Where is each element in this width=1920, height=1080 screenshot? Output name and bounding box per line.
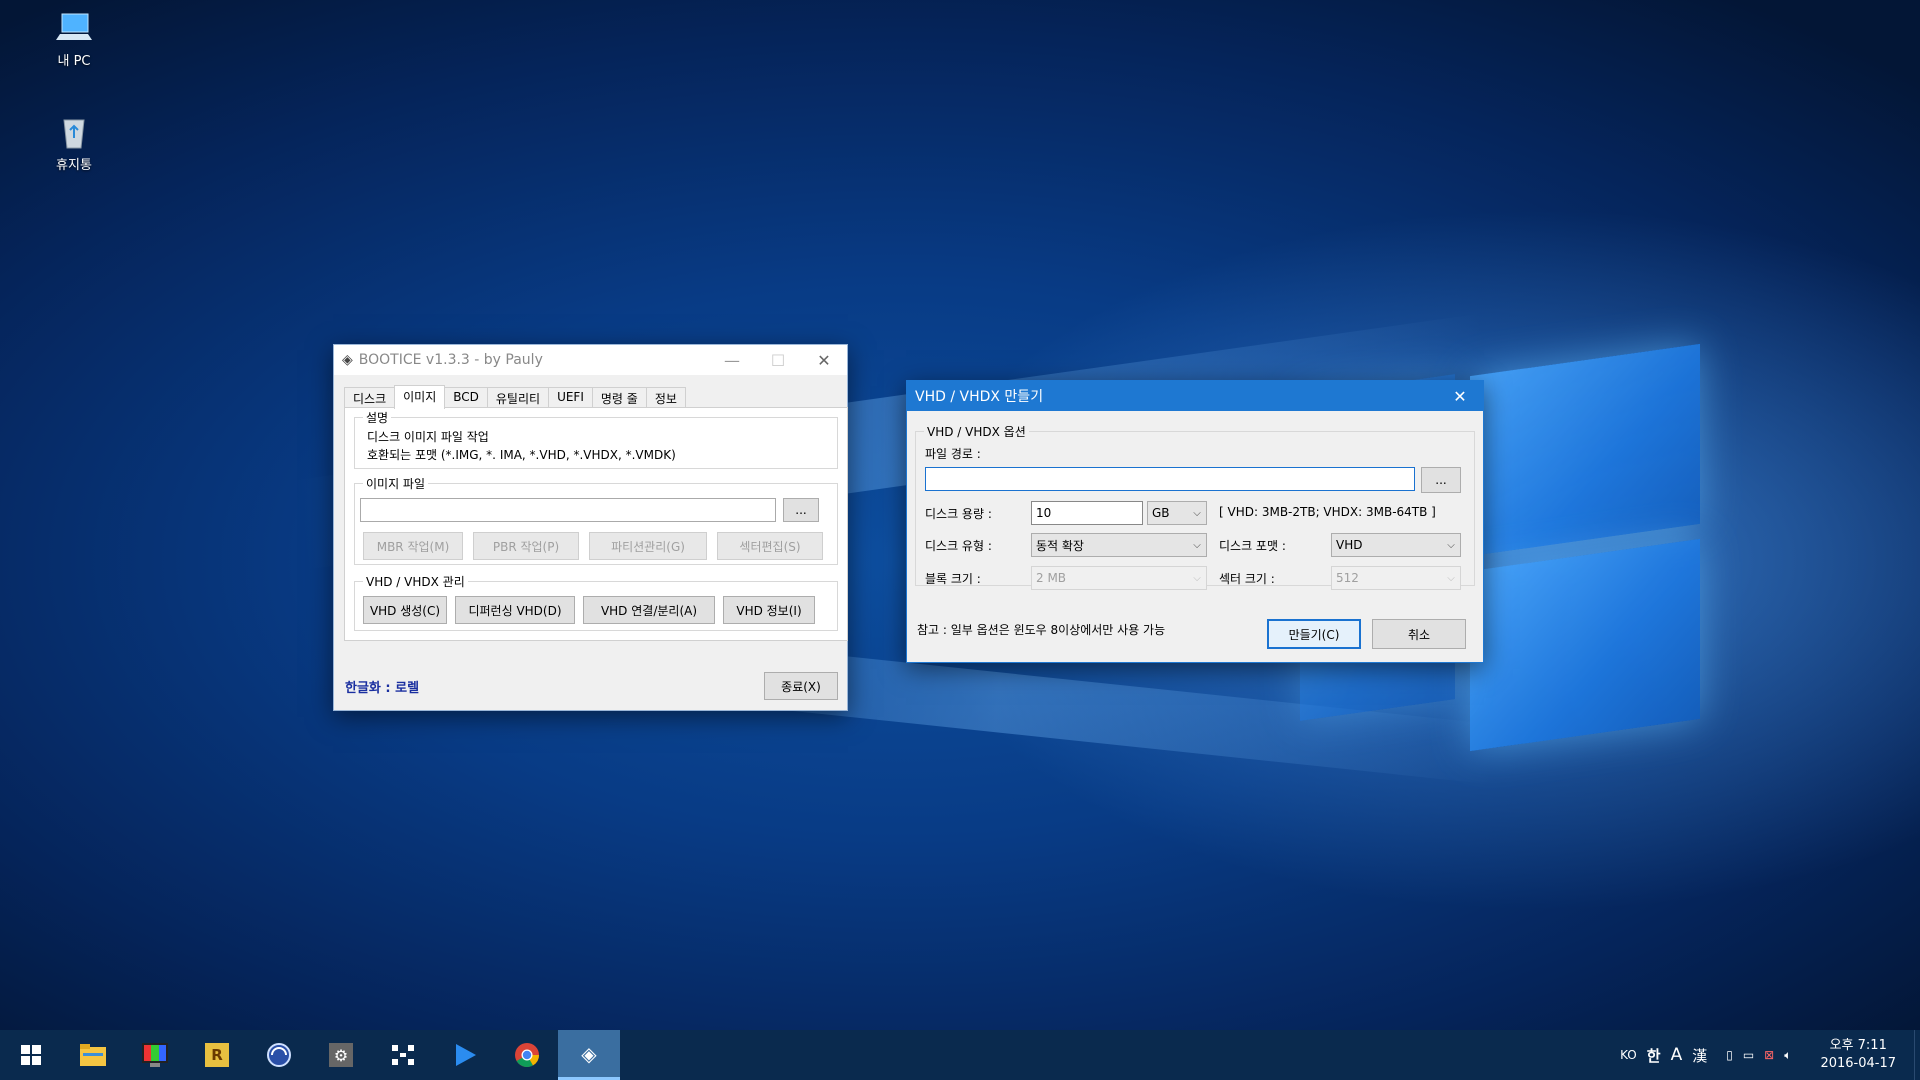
network-disconnected-icon[interactable]: ⊠ <box>1764 1048 1774 1062</box>
file-path-label: 파일 경로 : <box>925 447 981 461</box>
disk-size-label: 디스크 용량 : <box>925 507 992 521</box>
computer-icon <box>56 10 92 46</box>
bootice-titlebar[interactable]: ◈ BOOTICE v1.3.3 - by Pauly — ☐ ✕ <box>334 345 847 375</box>
taskbar-r-app[interactable]: R <box>186 1030 248 1080</box>
color-app-icon <box>142 1043 168 1067</box>
desktop-icon-my-pc[interactable]: 내 PC <box>34 10 114 69</box>
chevron-down-icon: ⌵ <box>1193 507 1201 519</box>
dialog-titlebar[interactable]: VHD / VHDX 만들기 ✕ <box>907 381 1483 411</box>
taskbar-file-explorer[interactable] <box>62 1030 124 1080</box>
file-path-input[interactable] <box>925 467 1415 491</box>
clock-time: 오후 7:11 <box>1829 1038 1887 1053</box>
minimize-button[interactable]: — <box>709 345 755 375</box>
block-size-label: 블록 크기 : <box>925 572 981 586</box>
ime-alpha-indicator[interactable]: A <box>1671 1045 1683 1065</box>
tab-command-line[interactable]: 명령 줄 <box>591 387 647 407</box>
taskbar-play-live[interactable] <box>434 1030 496 1080</box>
clock-date: 2016-04-17 <box>1820 1056 1896 1071</box>
image-tab-panel: 설명 디스크 이미지 파일 작업 호환되는 포맷 (*.IMG, *. IMA,… <box>344 407 848 641</box>
bootice-app-icon: ◈ <box>342 352 353 368</box>
file-explorer-icon <box>80 1044 106 1066</box>
taskbar-settings-app[interactable]: ⚙ <box>310 1030 372 1080</box>
exit-button[interactable]: 종료(X) <box>764 672 838 700</box>
system-tray: KO 한 A 漢 ▯ ▭ ⊠ 🔈︎ 오후 7:11 2016-04-17 <box>1615 1030 1920 1080</box>
disk-type-label: 디스크 유형 : <box>925 539 992 553</box>
vhd-create-dialog: VHD / VHDX 만들기 ✕ VHD / VHDX 옵션 파일 경로 : .… <box>906 380 1484 663</box>
ime-hanja-indicator[interactable]: 漢 <box>1692 1045 1707 1066</box>
file-path-browse-button[interactable]: ... <box>1421 467 1461 493</box>
vhd-create-button[interactable]: VHD 생성(C) <box>363 596 447 624</box>
play-live-icon <box>456 1044 476 1066</box>
vhd-manage-group: VHD / VHDX 관리 VHD 생성(C) 디퍼런싱 VHD(D) VHD … <box>354 573 838 631</box>
chrome-icon <box>515 1043 539 1068</box>
show-desktop-button[interactable] <box>1914 1030 1920 1080</box>
taskbar-color-app[interactable] <box>124 1030 186 1080</box>
globe-app-icon <box>267 1043 291 1067</box>
grid-app-icon <box>392 1045 414 1065</box>
dialog-close-button[interactable]: ✕ <box>1437 381 1483 411</box>
start-button[interactable] <box>0 1030 62 1080</box>
cancel-button[interactable]: 취소 <box>1372 619 1466 649</box>
chevron-down-icon: ⌵ <box>1447 572 1455 584</box>
description-line-1: 디스크 이미지 파일 작업 <box>367 430 489 444</box>
vhd-attach-detach-button[interactable]: VHD 연결/분리(A) <box>583 596 715 624</box>
usb-device-icon[interactable]: ▯ <box>1726 1048 1733 1062</box>
sector-size-label: 섹터 크기 : <box>1219 572 1275 586</box>
tab-image[interactable]: 이미지 <box>394 385 446 409</box>
disk-type-select[interactable]: 동적 확장 ⌵ <box>1031 533 1207 557</box>
vhd-info-button[interactable]: VHD 정보(I) <box>723 596 815 624</box>
close-button[interactable]: ✕ <box>801 345 847 375</box>
dialog-title: VHD / VHDX 만들기 <box>915 389 1044 405</box>
recycle-bin-icon <box>56 114 92 150</box>
sector-size-select[interactable]: 512 ⌵ <box>1331 566 1461 590</box>
volume-icon[interactable]: 🔈︎ <box>1784 1048 1791 1063</box>
image-browse-button[interactable]: ... <box>783 498 819 522</box>
chevron-down-icon: ⌵ <box>1193 539 1201 551</box>
window-title: BOOTICE v1.3.3 - by Pauly <box>358 352 543 368</box>
desktop-icon-recycle-bin[interactable]: 휴지통 <box>34 114 114 173</box>
maximize-button[interactable]: ☐ <box>755 345 801 375</box>
tab-disk[interactable]: 디스크 <box>344 387 396 407</box>
clock[interactable]: 오후 7:11 2016-04-17 <box>1820 1037 1896 1073</box>
create-button[interactable]: 만들기(C) <box>1267 619 1361 649</box>
bootice-window: ◈ BOOTICE v1.3.3 - by Pauly — ☐ ✕ 디스크 이미… <box>333 344 848 711</box>
note-text: 참고 : 일부 옵션은 윈도우 8이상에서만 사용 가능 <box>917 623 1166 637</box>
block-size-select[interactable]: 2 MB ⌵ <box>1031 566 1207 590</box>
partition-manage-button[interactable]: 파티션관리(G) <box>589 532 707 560</box>
battery-icon[interactable]: ▭ <box>1743 1048 1754 1062</box>
windows-start-icon <box>21 1045 41 1065</box>
taskbar-bootice[interactable]: ◈ <box>558 1030 620 1080</box>
disk-size-hint: [ VHD: 3MB-2TB; VHDX: 3MB-64TB ] <box>1219 505 1436 519</box>
description-group: 설명 디스크 이미지 파일 작업 호환되는 포맷 (*.IMG, *. IMA,… <box>354 409 838 469</box>
disk-format-label: 디스크 포맷 : <box>1219 539 1286 553</box>
input-language[interactable]: KO <box>1620 1048 1637 1062</box>
settings-app-icon: ⚙ <box>329 1043 353 1067</box>
description-line-2: 호환되는 포맷 (*.IMG, *. IMA, *.VHD, *.VHDX, *… <box>367 448 676 462</box>
disk-size-input[interactable]: 10 <box>1031 501 1143 525</box>
localization-credit: 한글화 : 로렐 <box>345 681 420 696</box>
mbr-button[interactable]: MBR 작업(M) <box>363 532 463 560</box>
disk-size-unit-select[interactable]: GB ⌵ <box>1147 501 1207 525</box>
taskbar-globe-app[interactable] <box>248 1030 310 1080</box>
taskbar: R ⚙ ◈ KO 한 A 漢 ▯ ▭ ⊠ 🔈︎ 오후 7:11 2016-04-… <box>0 1030 1920 1080</box>
bootice-icon: ◈ <box>581 1041 597 1066</box>
differencing-vhd-button[interactable]: 디퍼런싱 VHD(D) <box>455 596 575 624</box>
image-file-input[interactable] <box>360 498 776 522</box>
tab-bcd[interactable]: BCD <box>444 387 488 407</box>
chevron-down-icon: ⌵ <box>1447 539 1455 551</box>
disk-format-select[interactable]: VHD ⌵ <box>1331 533 1461 557</box>
windows-logo-pane <box>1470 343 1700 557</box>
taskbar-grid-app[interactable] <box>372 1030 434 1080</box>
taskbar-chrome[interactable] <box>496 1030 558 1080</box>
tab-info[interactable]: 정보 <box>645 387 686 407</box>
pbr-button[interactable]: PBR 작업(P) <box>473 532 579 560</box>
chevron-down-icon: ⌵ <box>1193 572 1201 584</box>
image-file-group: 이미지 파일 ... MBR 작업(M) PBR 작업(P) 파티션관리(G) … <box>354 475 838 565</box>
ime-hangul-indicator[interactable]: 한 <box>1647 1045 1661 1066</box>
r-app-icon: R <box>205 1043 229 1067</box>
tab-strip: 디스크 이미지 BCD 유틸리티 UEFI 명령 줄 정보 <box>344 385 686 409</box>
sector-edit-button[interactable]: 섹터편집(S) <box>717 532 823 560</box>
tab-uefi[interactable]: UEFI <box>548 387 593 407</box>
tab-utility[interactable]: 유틸리티 <box>486 387 550 407</box>
